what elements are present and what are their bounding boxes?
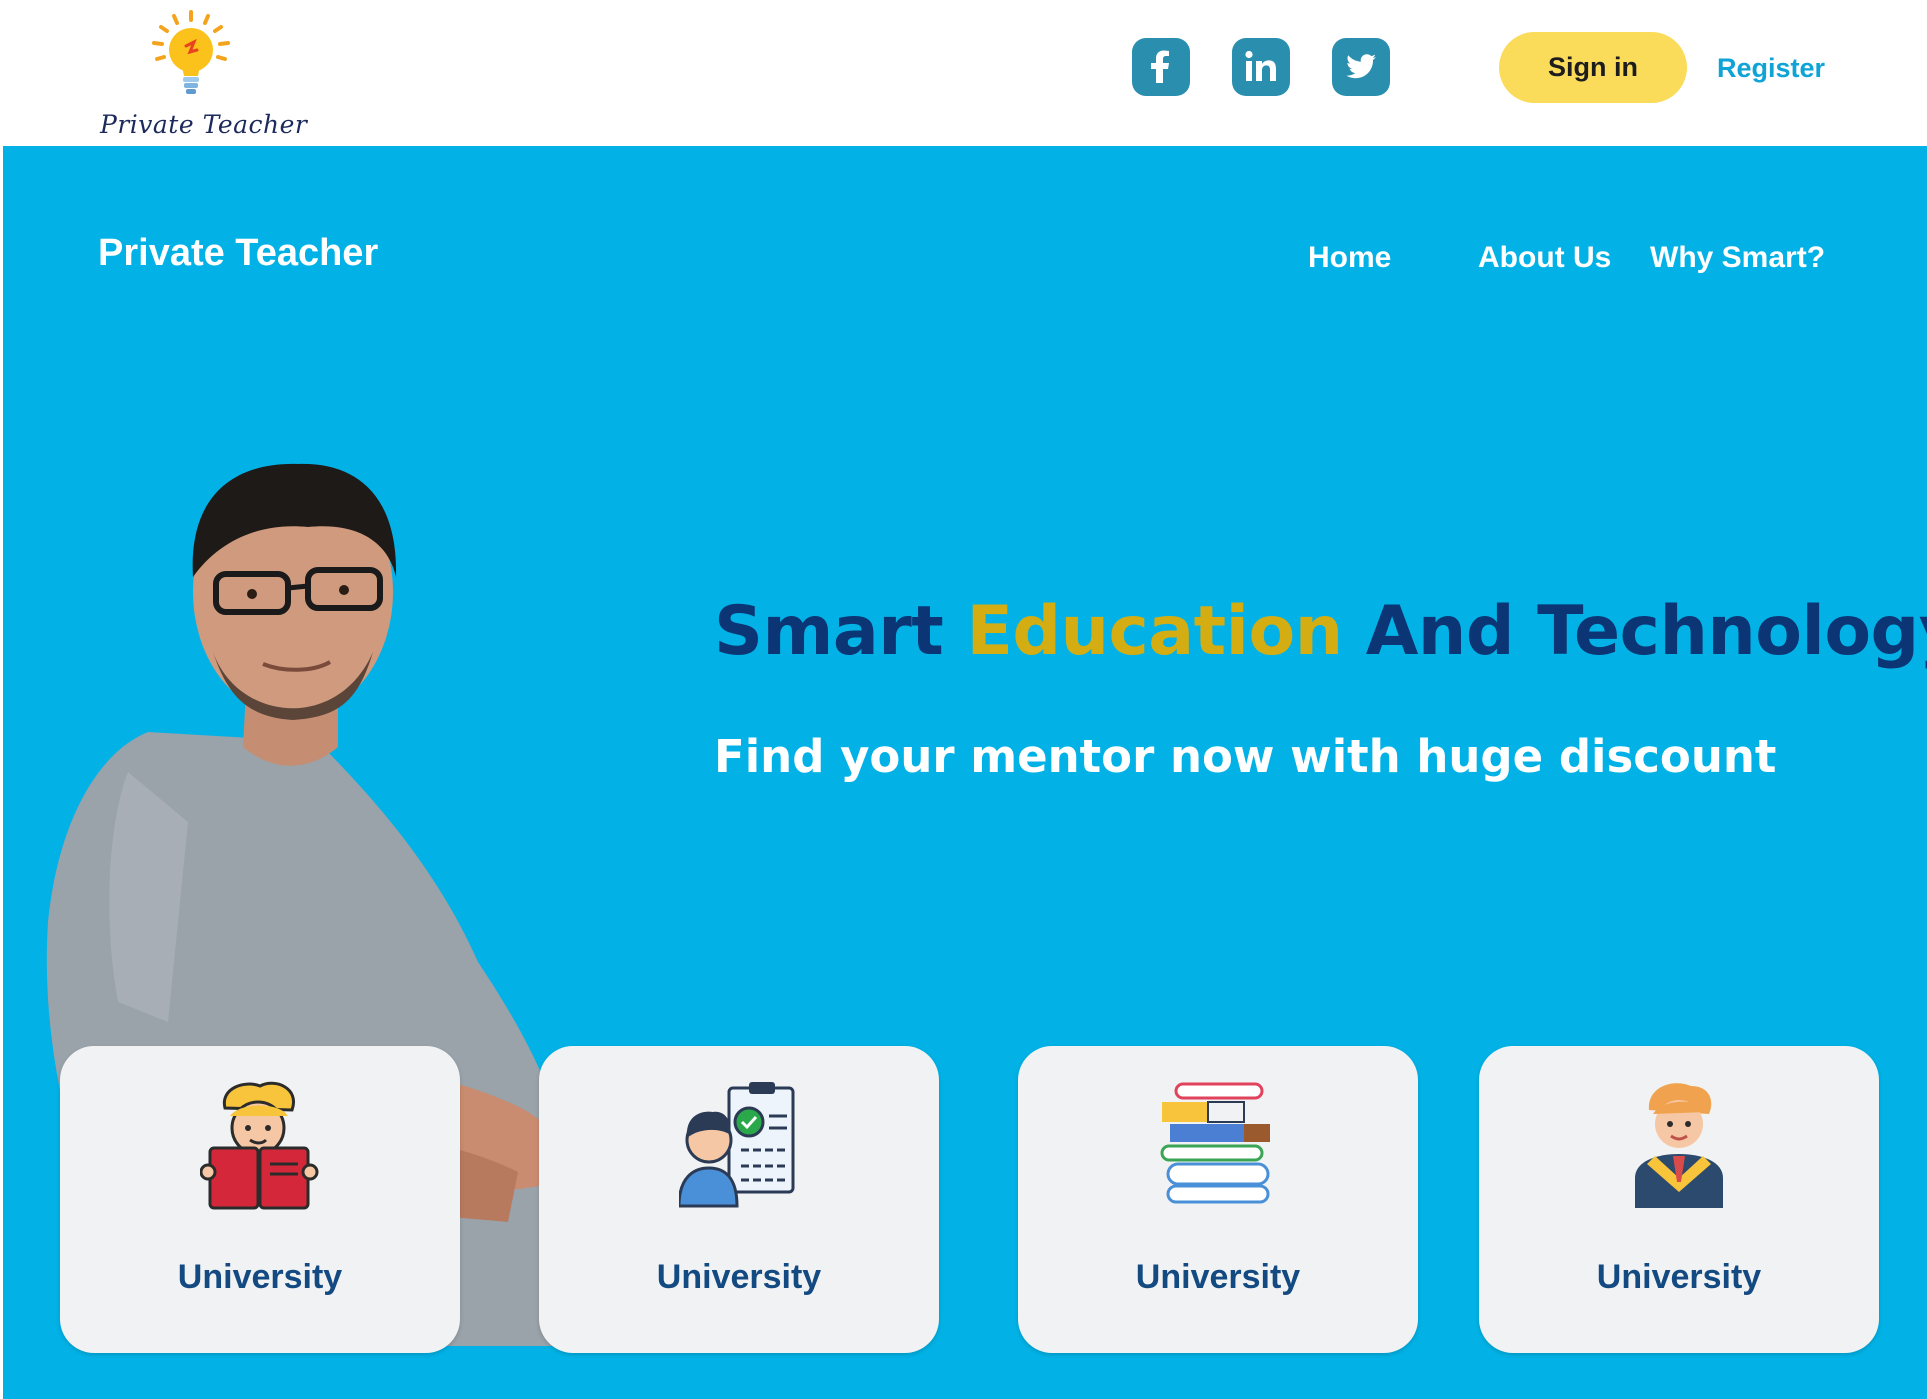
reading-student-icon bbox=[200, 1081, 319, 1210]
brand-title[interactable]: Private Teacher bbox=[98, 232, 378, 275]
hero-section: Private Teacher Home About Us Why Smart?… bbox=[3, 146, 1927, 1399]
facebook-icon[interactable] bbox=[1132, 38, 1190, 96]
twitter-icon[interactable] bbox=[1332, 38, 1390, 96]
lightbulb-logo-icon bbox=[152, 10, 230, 94]
headline-accent: Education bbox=[966, 592, 1343, 671]
category-card[interactable]: University bbox=[1479, 1046, 1879, 1353]
category-card[interactable]: University bbox=[539, 1046, 939, 1353]
site-logo[interactable]: Private Teacher bbox=[96, 6, 307, 144]
category-card[interactable]: University bbox=[1018, 1046, 1418, 1353]
linkedin-icon[interactable] bbox=[1232, 38, 1290, 96]
nav-about-us[interactable]: About Us bbox=[1478, 241, 1611, 275]
category-card[interactable]: University bbox=[60, 1046, 460, 1353]
register-link[interactable]: Register bbox=[1706, 48, 1836, 88]
graduate-icon bbox=[1635, 1083, 1723, 1208]
nav-why-smart[interactable]: Why Smart? bbox=[1650, 241, 1825, 275]
headline-part-2: And Technology bbox=[1342, 592, 1927, 671]
top-bar: Private Teacher Sign in Register bbox=[0, 0, 1927, 146]
nav-home[interactable]: Home bbox=[1308, 241, 1391, 275]
card-label: University bbox=[1135, 1258, 1301, 1296]
books-stack-icon bbox=[1160, 1082, 1270, 1204]
sign-in-button[interactable]: Sign in bbox=[1499, 32, 1687, 103]
headline-part-1: Smart bbox=[714, 592, 967, 671]
hero-headline: Smart Education And Technology bbox=[714, 592, 1927, 671]
card-label: University bbox=[177, 1258, 343, 1296]
logo-text: Private Teacher bbox=[100, 110, 308, 139]
checklist-person-icon bbox=[679, 1082, 795, 1208]
card-label: University bbox=[1596, 1258, 1762, 1296]
hero-subheadline: Find your mentor now with huge discount bbox=[714, 730, 1777, 783]
card-label: University bbox=[656, 1258, 822, 1296]
